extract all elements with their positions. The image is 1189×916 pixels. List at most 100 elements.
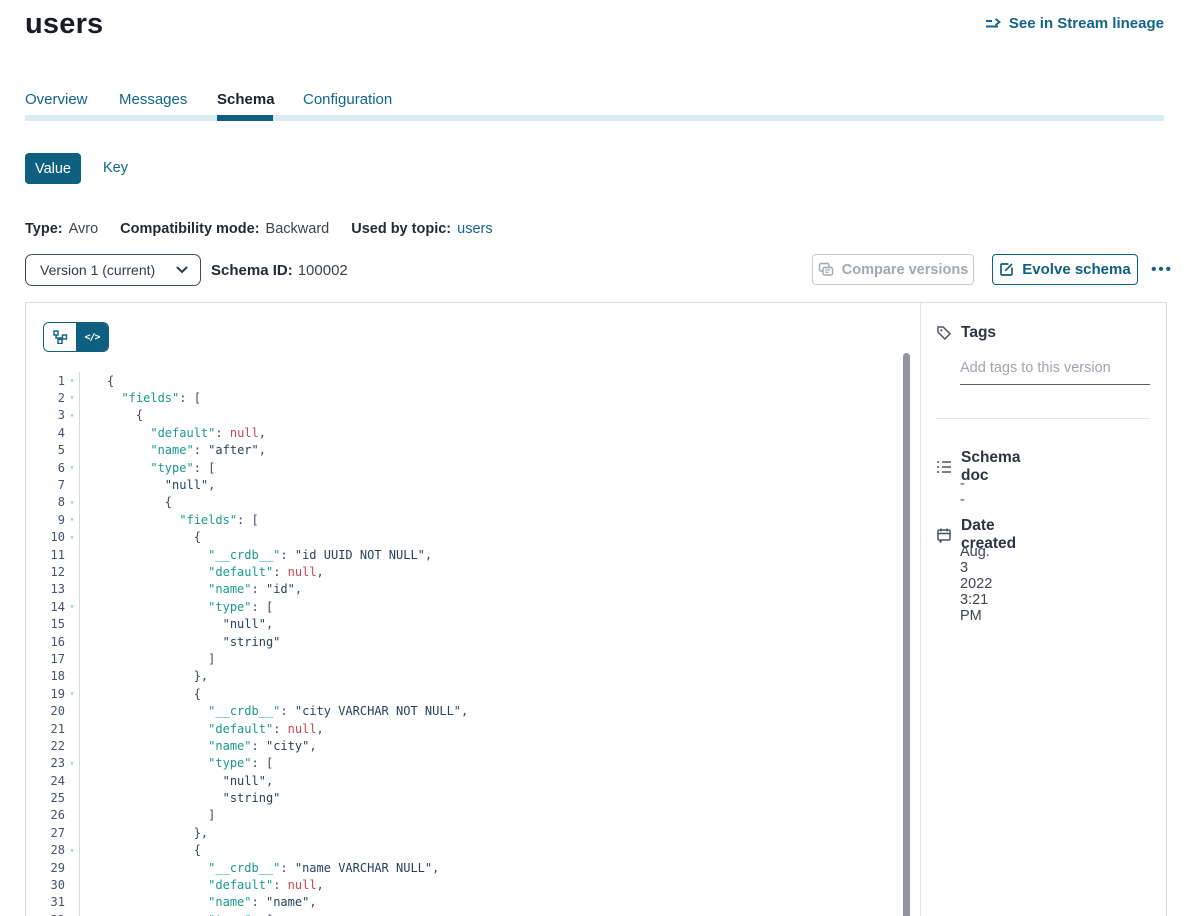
see-in-stream-lineage-link[interactable]: See in Stream lineage [985, 15, 1164, 32]
code-punct: , [309, 739, 316, 753]
code-text: "null", [80, 774, 273, 788]
tab-track [25, 115, 1164, 121]
code-punct: , [266, 617, 273, 631]
code-string: "city" [266, 739, 309, 753]
fold-gutter [65, 650, 80, 667]
fold-toggle-icon[interactable]: ▾ [65, 755, 80, 772]
fold-gutter [65, 442, 80, 459]
schema-doc-title: Schema doc [961, 449, 1020, 485]
meta-item: Type:Avro [25, 221, 98, 237]
code-key: "default" [150, 426, 215, 440]
code-line: 2▾ "fields": [ [27, 389, 902, 406]
code-null: null [288, 878, 317, 892]
schema-doc-section-header: Schema doc [936, 449, 1020, 485]
fold-gutter [65, 615, 80, 632]
key-toggle-button[interactable]: Key [103, 160, 128, 176]
code-line: 12 "default": null, [27, 563, 902, 580]
code-punct: , [259, 443, 266, 457]
code-key: "type" [208, 756, 251, 770]
code-punct: ] [208, 808, 215, 822]
code-line: 11 "__crdb__": "id UUID NOT NULL", [27, 546, 902, 563]
meta-value-link[interactable]: users [457, 221, 492, 237]
code-text: "__crdb__": "city VARCHAR NOT NULL", [80, 704, 468, 718]
evolve-schema-label: Evolve schema [1022, 261, 1130, 278]
fold-toggle-icon[interactable]: ▾ [65, 494, 80, 511]
value-toggle-button[interactable]: Value [25, 153, 81, 184]
code-line: 8▾ { [27, 494, 902, 511]
code-text: "name": "id", [80, 582, 302, 596]
code-punct: , [432, 861, 439, 875]
tree-view-button[interactable] [44, 323, 76, 351]
fold-toggle-icon[interactable]: ▾ [65, 685, 80, 702]
line-number: 23 [27, 756, 65, 770]
fold-toggle-icon[interactable]: ▾ [65, 389, 80, 406]
tab-configuration[interactable]: Configuration [303, 91, 392, 108]
line-number: 7 [27, 478, 65, 492]
code-line: 17 ] [27, 650, 902, 667]
fold-toggle-icon[interactable]: ▾ [65, 529, 80, 546]
fold-gutter [65, 824, 80, 841]
panel-divider [920, 303, 921, 916]
schema-id-label: Schema ID: [211, 262, 293, 279]
editor-scrollbar-thumb[interactable] [903, 353, 910, 916]
fold-toggle-icon[interactable]: ▾ [65, 459, 80, 476]
fold-toggle-icon[interactable]: ▾ [65, 842, 80, 859]
code-string: "name" [266, 895, 309, 909]
evolve-schema-button[interactable]: Evolve schema [992, 254, 1138, 285]
fold-toggle-icon[interactable]: ▾ [65, 407, 80, 424]
code-line: 10▾ { [27, 529, 902, 546]
line-number: 4 [27, 426, 65, 440]
tag-icon [936, 325, 952, 341]
sidebar-divider [936, 418, 1150, 419]
code-punct: , [461, 704, 468, 718]
code-line: 14▾ "type": [ [27, 598, 902, 615]
code-text: "type": [ [80, 600, 273, 614]
code-punct: : [252, 739, 266, 753]
fold-toggle-icon[interactable]: ▾ [65, 911, 80, 916]
code-text: }, [80, 669, 208, 683]
version-select[interactable]: Version 1 (current) [25, 254, 201, 286]
code-text: "fields": [ [80, 391, 201, 405]
line-number: 13 [27, 582, 65, 596]
code-key: "name" [208, 582, 251, 596]
code-punct: { [136, 408, 143, 422]
code-key: "fields" [121, 391, 179, 405]
code-punct: : [ [252, 600, 274, 614]
meta-label: Compatibility mode: [120, 221, 259, 237]
code-line: 20 "__crdb__": "city VARCHAR NOT NULL", [27, 702, 902, 719]
code-text: "default": null, [80, 878, 324, 892]
code-text: "string" [80, 791, 280, 805]
page-title: users [25, 8, 103, 41]
fold-toggle-icon[interactable]: ▾ [65, 511, 80, 528]
code-key: "type" [150, 461, 193, 475]
code-text: "default": null, [80, 722, 324, 736]
code-string: "after" [208, 443, 259, 457]
code-line: 31 "name": "name", [27, 894, 902, 911]
code-line: 7 "null", [27, 476, 902, 493]
list-icon [936, 460, 952, 474]
tab-messages[interactable]: Messages [119, 91, 187, 108]
code-string: "name VARCHAR NULL" [295, 861, 432, 875]
fold-toggle-icon[interactable]: ▾ [65, 372, 80, 389]
code-text: "default": null, [80, 426, 266, 440]
tab-schema[interactable]: Schema [217, 91, 275, 108]
more-actions-button[interactable]: ••• [1146, 254, 1178, 285]
code-view-button[interactable]: </> [76, 323, 108, 351]
line-number: 5 [27, 443, 65, 457]
code-string: "null" [223, 617, 266, 631]
code-line: 24 "null", [27, 772, 902, 789]
fold-gutter [65, 702, 80, 719]
code-line: 25 "string" [27, 789, 902, 806]
code-line: 3▾ { [27, 407, 902, 424]
fold-toggle-icon[interactable]: ▾ [65, 598, 80, 615]
compare-versions-button[interactable]: Compare versions [812, 254, 974, 285]
code-punct: : [194, 443, 208, 457]
fold-gutter [65, 633, 80, 650]
code-text: { [80, 530, 201, 544]
line-number: 15 [27, 617, 65, 631]
tags-input[interactable] [960, 358, 1150, 385]
code-punct: ] [208, 652, 215, 666]
tab-overview[interactable]: Overview [25, 91, 88, 108]
code-text: "type": [ [80, 461, 215, 475]
fold-gutter [65, 772, 80, 789]
